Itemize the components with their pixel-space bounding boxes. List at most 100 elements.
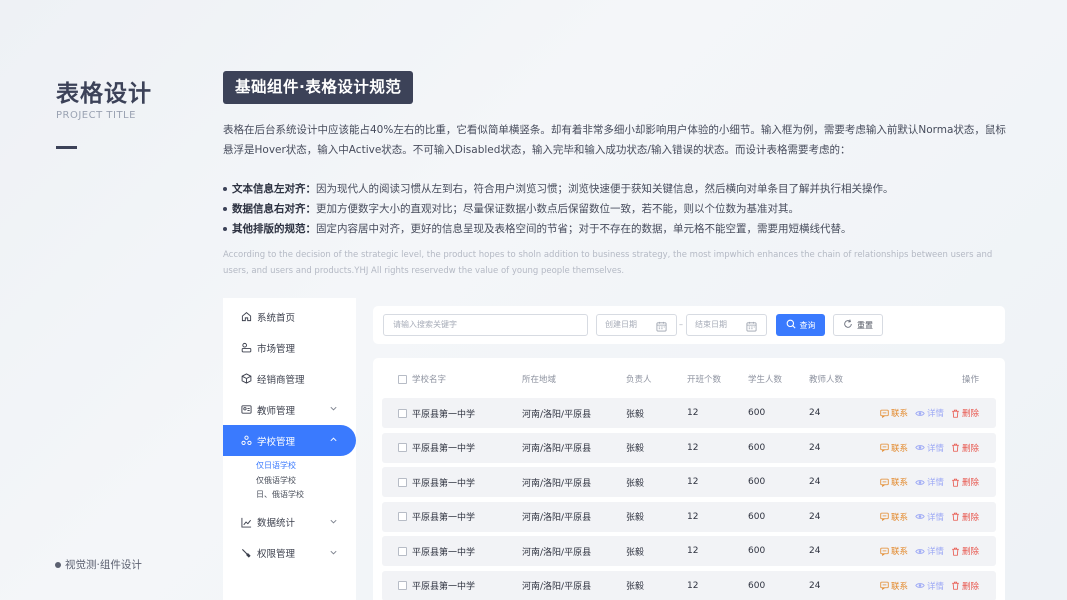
cell-owner: 张毅: [626, 582, 645, 592]
english-paragraph: According to the decision of the strateg…: [223, 250, 993, 276]
contact-label: 联系: [891, 409, 909, 419]
message-icon: [880, 547, 889, 556]
filter-bar: 请输入搜索关键字 创建日期 – 结束日期 查询 重置: [373, 306, 1005, 344]
bullet-dot-icon: [223, 227, 227, 231]
contact-link[interactable]: 联系: [880, 580, 908, 592]
message-icon: [880, 409, 889, 418]
row-checkbox[interactable]: [398, 467, 407, 497]
contact-link[interactable]: 联系: [880, 476, 908, 488]
row-checkbox[interactable]: [398, 536, 407, 566]
row-checkbox[interactable]: [398, 502, 407, 532]
cell-classes: 12: [687, 442, 699, 453]
message-icon: [880, 581, 889, 590]
contact-label: 联系: [891, 547, 909, 557]
delete-link[interactable]: 删除: [951, 580, 979, 592]
select-all-checkbox[interactable]: [398, 368, 407, 390]
table-row: 平原县第一中学 河南/洛阳/平原县 张毅 12 600 24 联系 详情 删除: [382, 398, 996, 428]
search-input[interactable]: 请输入搜索关键字: [383, 314, 588, 336]
page-subtitle: PROJECT TITLE: [56, 110, 136, 121]
column-header-teachers: 教师人数: [809, 375, 844, 385]
submenu-item-japanese[interactable]: 仅日语学校: [256, 459, 356, 474]
cell-actions: 联系 详情 删除: [880, 433, 986, 463]
sidebar-item-label: 数据统计: [257, 518, 296, 529]
delete-link[interactable]: 删除: [951, 545, 979, 557]
delete-label: 删除: [962, 547, 980, 557]
row-checkbox[interactable]: [398, 571, 407, 600]
chevron-up-icon: [329, 435, 338, 447]
cell-owner: 张毅: [626, 409, 645, 420]
sidebar-item-label: 学校管理: [257, 436, 296, 448]
message-icon: [880, 512, 889, 521]
detail-link[interactable]: 详情: [915, 442, 944, 454]
delete-label: 删除: [962, 443, 980, 454]
cell-region: 河南/洛阳/平原县: [522, 444, 592, 454]
table-row: 平原县第一中学 河南/洛阳/平原县 张毅 12 600 24 联系 详情 删除: [382, 467, 996, 497]
cell-students: 600: [748, 580, 766, 591]
cell-school-name: 平原县第一中学: [412, 547, 476, 558]
cell-teachers: 24: [809, 546, 821, 556]
submenu-item-russian[interactable]: 仅俄语学校: [256, 474, 356, 489]
submenu-item-japanese-russian[interactable]: 日、俄语学校: [256, 488, 356, 503]
box-icon: [241, 373, 252, 384]
cell-teachers: 24: [809, 477, 821, 487]
sidebar-item-permission[interactable]: 权限管理: [223, 538, 356, 569]
cell-region: 河南/洛阳/平原县: [522, 513, 592, 523]
bullet-dot-icon: [223, 187, 227, 191]
page-title: 表格设计: [56, 81, 152, 107]
reset-button[interactable]: 重置: [833, 314, 883, 336]
rule-label: 数据信息右对齐：: [232, 203, 316, 215]
cell-teachers: 24: [809, 442, 821, 453]
eye-icon: [915, 479, 925, 485]
contact-link[interactable]: 联系: [880, 545, 908, 557]
column-header-actions: 操作: [962, 375, 980, 385]
end-date-placeholder: 结束日期: [695, 320, 727, 329]
intro-paragraph: 表格在后台系统设计中应该能占40%左右的比重，它看似简单横竖条。却有着非常多细小…: [223, 124, 1006, 156]
detail-link[interactable]: 详情: [915, 476, 944, 488]
delete-link[interactable]: 删除: [951, 511, 979, 523]
detail-link[interactable]: 详情: [915, 545, 944, 557]
permission-icon: [241, 548, 252, 559]
detail-label: 详情: [927, 443, 945, 454]
cell-actions: 联系 详情 删除: [880, 536, 986, 566]
contact-link[interactable]: 联系: [880, 407, 908, 419]
trash-icon: [952, 581, 959, 590]
detail-link[interactable]: 详情: [915, 511, 944, 523]
table-header: 学校名字 所在地域 负责人 开班个数 学生人数 教师人数 操作: [382, 368, 996, 390]
delete-link[interactable]: 删除: [951, 442, 979, 454]
cell-teachers: 24: [809, 580, 821, 591]
delete-link[interactable]: 删除: [951, 407, 979, 419]
cell-classes: 12: [687, 511, 699, 522]
cell-actions: 联系 详情 删除: [880, 571, 986, 600]
table-row: 平原县第一中学 河南/洛阳/平原县 张毅 12 600 24 联系 详情 删除: [382, 536, 996, 566]
cell-region: 河南/洛阳/平原县: [522, 582, 592, 592]
sidebar-item-dealer[interactable]: 经销商管理: [223, 363, 356, 394]
sidebar-item-market[interactable]: 市场管理: [223, 332, 356, 363]
trash-icon: [952, 547, 959, 556]
column-header-owner: 负责人: [626, 375, 652, 385]
sidebar-item-school[interactable]: 学校管理: [223, 425, 356, 456]
sidebar-item-teacher[interactable]: 教师管理: [223, 394, 356, 425]
eye-icon: [915, 583, 925, 588]
table-row: 平原县第一中学 河南/洛阳/平原县 张毅 12 600 24 联系 详情 删除: [382, 432, 996, 463]
rule-text: 因为现代人的阅读习惯从左到右，符合用户浏览习惯；浏览快速便于获知关键信息，然后横…: [316, 183, 894, 195]
contact-link[interactable]: 联系: [880, 511, 908, 523]
detail-label: 详情: [927, 409, 945, 419]
start-date-field[interactable]: 创建日期: [596, 314, 677, 336]
row-checkbox[interactable]: [398, 433, 407, 463]
contact-link[interactable]: 联系: [880, 442, 908, 454]
sidebar-item-label: 教师管理: [257, 405, 296, 417]
rules-list: 文本信息左对齐： 因为现代人的阅读习惯从左到右，符合用户浏览习惯；浏览快速便于获知…: [223, 179, 1008, 239]
chevron-down-icon: [329, 548, 338, 560]
end-date-field[interactable]: 结束日期: [686, 314, 767, 336]
delete-link[interactable]: 删除: [951, 476, 979, 488]
trash-icon: [952, 443, 959, 452]
row-checkbox[interactable]: [398, 398, 407, 428]
sidebar-item-home[interactable]: 系统首页: [223, 301, 356, 332]
sidebar-item-statistics[interactable]: 数据统计: [223, 507, 356, 538]
query-button[interactable]: 查询: [776, 314, 825, 336]
table-row: 平原县第一中学 河南/洛阳/平原县 张毅 12 600 24 联系 详情 删除: [382, 501, 996, 532]
school-submenu: 仅日语学校 仅俄语学校 日、俄语学校: [223, 456, 356, 507]
cell-actions: 联系 详情 删除: [880, 398, 986, 428]
detail-link[interactable]: 详情: [915, 580, 944, 592]
detail-link[interactable]: 详情: [915, 407, 944, 419]
